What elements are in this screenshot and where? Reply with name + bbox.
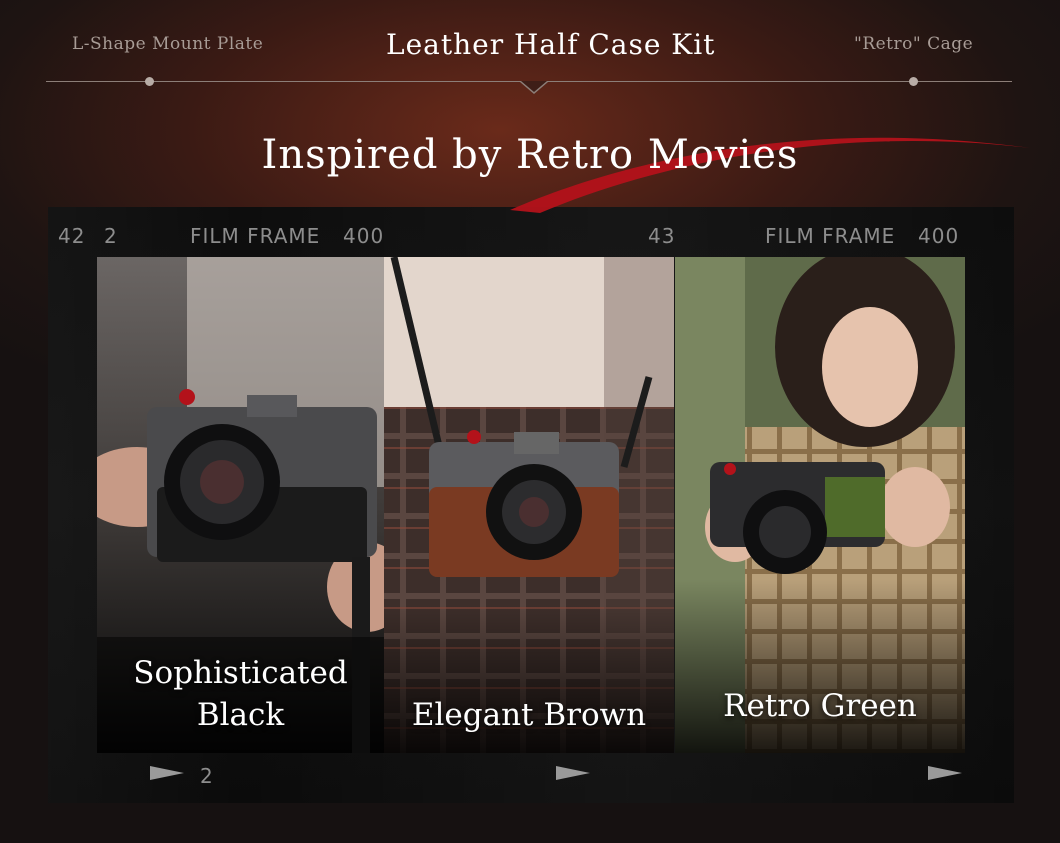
frame-label-line2: Black — [196, 697, 285, 733]
film-frame-text: FILM FRAME — [190, 224, 321, 248]
film-iso-text: 400 — [918, 224, 960, 248]
film-number: 2 — [104, 224, 118, 248]
film-number: 42 — [58, 224, 86, 248]
camera-green-case-image — [675, 257, 965, 753]
tab-l-shape-mount-plate[interactable]: L-Shape Mount Plate — [72, 34, 263, 54]
product-frame-black[interactable]: Sophisticated Black — [97, 257, 384, 753]
frame-label-line1: Sophisticated — [133, 655, 348, 691]
product-frame-brown[interactable]: Elegant Brown — [384, 257, 674, 753]
film-frame-text: FILM FRAME — [765, 224, 896, 248]
triangle-right-icon — [150, 766, 184, 780]
caret-down-icon — [520, 81, 548, 94]
page-headline: Inspired by Retro Movies — [261, 132, 799, 178]
film-number: 2 — [200, 764, 214, 788]
frame-label: Retro Green — [723, 688, 917, 724]
film-number: 43 — [648, 224, 676, 248]
tab-leather-half-case-kit[interactable]: Leather Half Case Kit — [386, 28, 715, 61]
camera-brown-case-image — [384, 257, 674, 753]
tab-retro-cage[interactable]: "Retro" Cage — [854, 34, 973, 54]
product-frame-green[interactable]: Retro Green — [675, 257, 965, 753]
dot-icon — [145, 77, 154, 86]
dot-icon — [909, 77, 918, 86]
triangle-right-icon — [928, 766, 962, 780]
film-iso-text: 400 — [343, 224, 385, 248]
frame-label: Elegant Brown — [411, 697, 647, 733]
triangle-right-icon — [556, 766, 590, 780]
